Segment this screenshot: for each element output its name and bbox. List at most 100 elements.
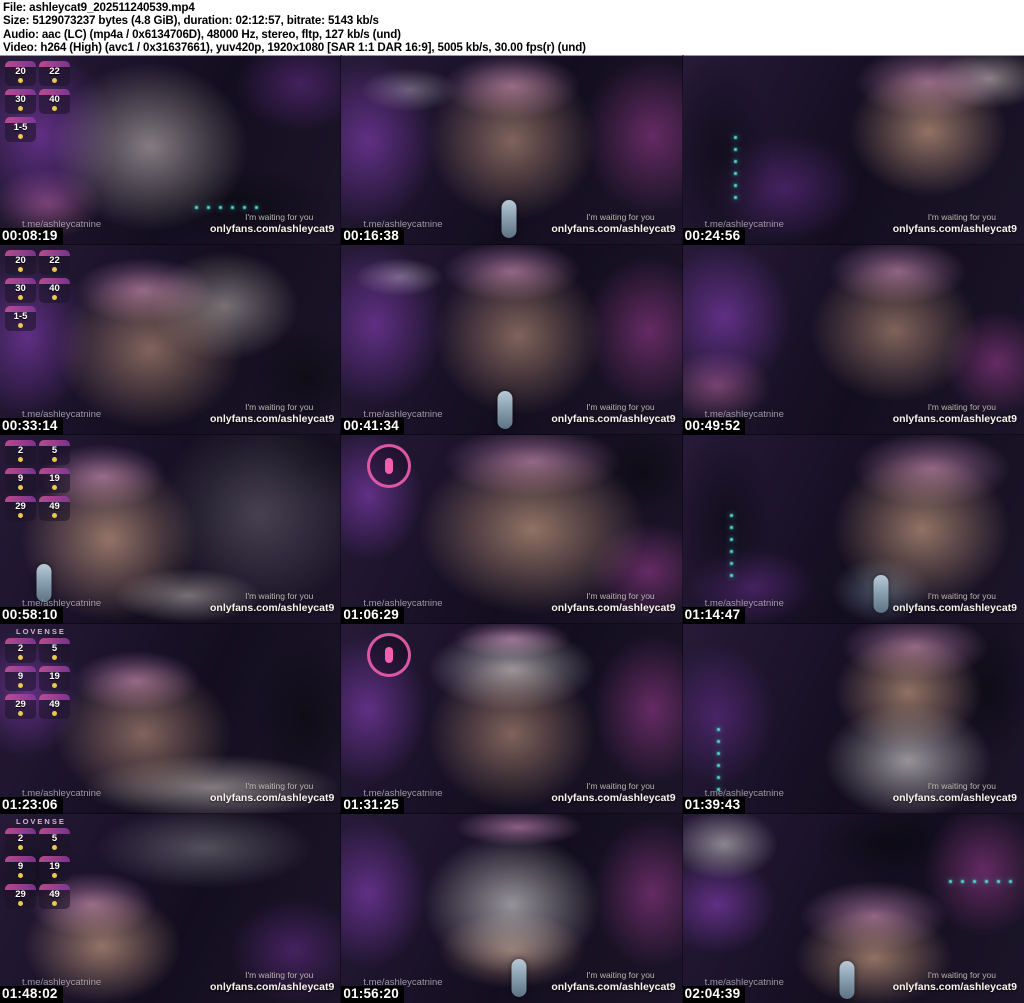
token-icon: [52, 484, 57, 490]
timestamp-label: 00:58:10: [0, 607, 63, 625]
onlyfans-watermark: onlyfans.com/ashleycat9: [210, 602, 335, 615]
tip-badge-amount: 29: [15, 699, 26, 711]
lovense-toy-ring-icon: [367, 633, 412, 678]
timestamp-label: 02:04:39: [682, 985, 746, 1003]
tip-badge-amount: 19: [49, 671, 60, 683]
tip-badge-amount: 49: [49, 888, 60, 900]
tip-badge-amount: 29: [15, 500, 26, 512]
video-thumbnail: t.me/ashleycatnine I'm waiting for you o…: [681, 812, 1024, 1003]
onlyfans-watermark: onlyfans.com/ashleycat9: [892, 412, 1017, 425]
tip-badge-amount: 30: [15, 94, 26, 105]
token-icon: [52, 267, 57, 273]
video-thumbnail: t.me/ashleycatnine I'm waiting for you o…: [681, 623, 1024, 815]
microphone-shape: [497, 391, 513, 430]
waiting-watermark-text: I'm waiting for you: [927, 780, 996, 791]
tip-badge-amount: 1-5: [13, 122, 28, 133]
token-icon: [18, 900, 23, 906]
onlyfans-watermark: onlyfans.com/ashleycat9: [551, 980, 676, 993]
token-icon: [52, 711, 57, 717]
video-thumbnail: t.me/ashleycatnine I'm waiting for you o…: [0, 623, 343, 815]
tip-badge-amount: 29: [15, 888, 26, 900]
tip-badge: 1-5: [5, 117, 36, 142]
microphone-shape: [36, 563, 52, 602]
tip-menu-overlay: 2 5 9 19 29 49: [5, 827, 70, 909]
waiting-watermark-text: I'm waiting for you: [927, 401, 996, 412]
video-thumbnail: t.me/ashleycatnine I'm waiting for you o…: [340, 54, 684, 247]
tip-badge: 30: [5, 278, 36, 304]
tip-badge-amount: 40: [49, 283, 60, 295]
tip-badge-amount: 20: [15, 255, 26, 267]
tip-badge: 40: [39, 278, 70, 304]
tip-badge: 29: [5, 883, 36, 909]
timestamp-label: 00:33:14: [0, 417, 63, 435]
tip-badge-amount: 2: [17, 444, 24, 456]
waiting-watermark-text: I'm waiting for you: [245, 969, 314, 980]
onlyfans-watermark: onlyfans.com/ashleycat9: [210, 980, 335, 993]
led-strip: [730, 514, 734, 579]
token-icon: [52, 512, 57, 518]
token-icon: [18, 484, 23, 490]
tip-badge: 49: [39, 883, 70, 909]
token-icon: [18, 323, 23, 329]
token-icon: [52, 655, 57, 661]
video-thumbnail: t.me/ashleycatnine I'm waiting for you o…: [0, 433, 343, 626]
microphone-shape: [501, 199, 517, 238]
token-icon: [52, 295, 57, 301]
tip-badge-amount: 9: [17, 472, 24, 484]
file-info-line-video: Video: h264 (High) (avc1 / 0x31637661), …: [3, 41, 586, 55]
tip-badge: 19: [39, 467, 70, 493]
tip-badge-amount: 19: [49, 472, 60, 484]
tip-badge-amount: 2: [17, 832, 24, 844]
video-thumbnail: t.me/ashleycatnine I'm waiting for you o…: [681, 54, 1024, 247]
video-thumbnail: t.me/ashleycatnine I'm waiting for you o…: [0, 244, 343, 436]
tip-badge: 5: [39, 638, 70, 664]
onlyfans-watermark: onlyfans.com/ashleycat9: [892, 223, 1017, 236]
onlyfans-watermark: onlyfans.com/ashleycat9: [551, 412, 676, 425]
waiting-watermark-text: I'm waiting for you: [586, 969, 655, 980]
tip-menu-overlay: 2 5 9 19 29 49: [5, 439, 70, 521]
tip-badge-amount: 22: [49, 66, 60, 77]
token-icon: [18, 295, 23, 301]
video-thumbnail: t.me/ashleycatnine I'm waiting for you o…: [340, 433, 684, 626]
token-icon: [52, 78, 57, 83]
tip-menu-overlay: 20 22 30 40 1-5: [5, 61, 70, 142]
onlyfans-watermark: onlyfans.com/ashleycat9: [210, 412, 335, 425]
tip-badge: 19: [39, 855, 70, 881]
tip-badge-amount: 5: [51, 643, 58, 655]
tip-badge: 49: [39, 495, 70, 521]
token-icon: [18, 106, 23, 111]
onlyfans-watermark: onlyfans.com/ashleycat9: [210, 223, 335, 236]
tip-badge-amount: 40: [49, 94, 60, 105]
tip-badge: 1-5: [5, 306, 36, 332]
video-thumbnail: t.me/ashleycatnine I'm waiting for you o…: [681, 433, 1024, 626]
token-icon: [18, 655, 23, 661]
tip-badge-amount: 1-5: [13, 311, 28, 323]
tip-badge-amount: 5: [51, 444, 58, 456]
tip-badge: 9: [5, 666, 36, 692]
tip-badge: 9: [5, 467, 36, 493]
token-icon: [18, 78, 23, 83]
tip-badge-amount: 5: [51, 832, 58, 844]
timestamp-label: 01:48:02: [0, 985, 63, 1003]
token-icon: [18, 844, 23, 850]
tip-badge-amount: 2: [17, 643, 24, 655]
token-icon: [52, 844, 57, 850]
lovense-logo: LOVENSE: [16, 627, 66, 637]
timestamp-label: 01:56:20: [341, 985, 404, 1003]
token-icon: [18, 512, 23, 518]
waiting-watermark-text: I'm waiting for you: [586, 591, 655, 602]
timestamp-label: 01:31:25: [341, 796, 404, 814]
tip-badge: 22: [39, 250, 70, 276]
tip-menu-overlay: 2 5 9 19 29 49: [5, 638, 70, 720]
waiting-watermark-text: I'm waiting for you: [586, 780, 655, 791]
tip-badge: 2: [5, 827, 36, 853]
lovense-toy-ring-icon: [367, 443, 412, 488]
timestamp-label: 01:39:43: [682, 796, 746, 814]
tip-badge: 49: [39, 694, 70, 720]
tip-badge: 2: [5, 439, 36, 465]
tip-badge: 22: [39, 61, 70, 86]
onlyfans-watermark: onlyfans.com/ashleycat9: [892, 791, 1017, 804]
video-thumbnail: t.me/ashleycatnine I'm waiting for you o…: [340, 812, 684, 1003]
tip-badge: 19: [39, 666, 70, 692]
token-icon: [52, 872, 57, 878]
